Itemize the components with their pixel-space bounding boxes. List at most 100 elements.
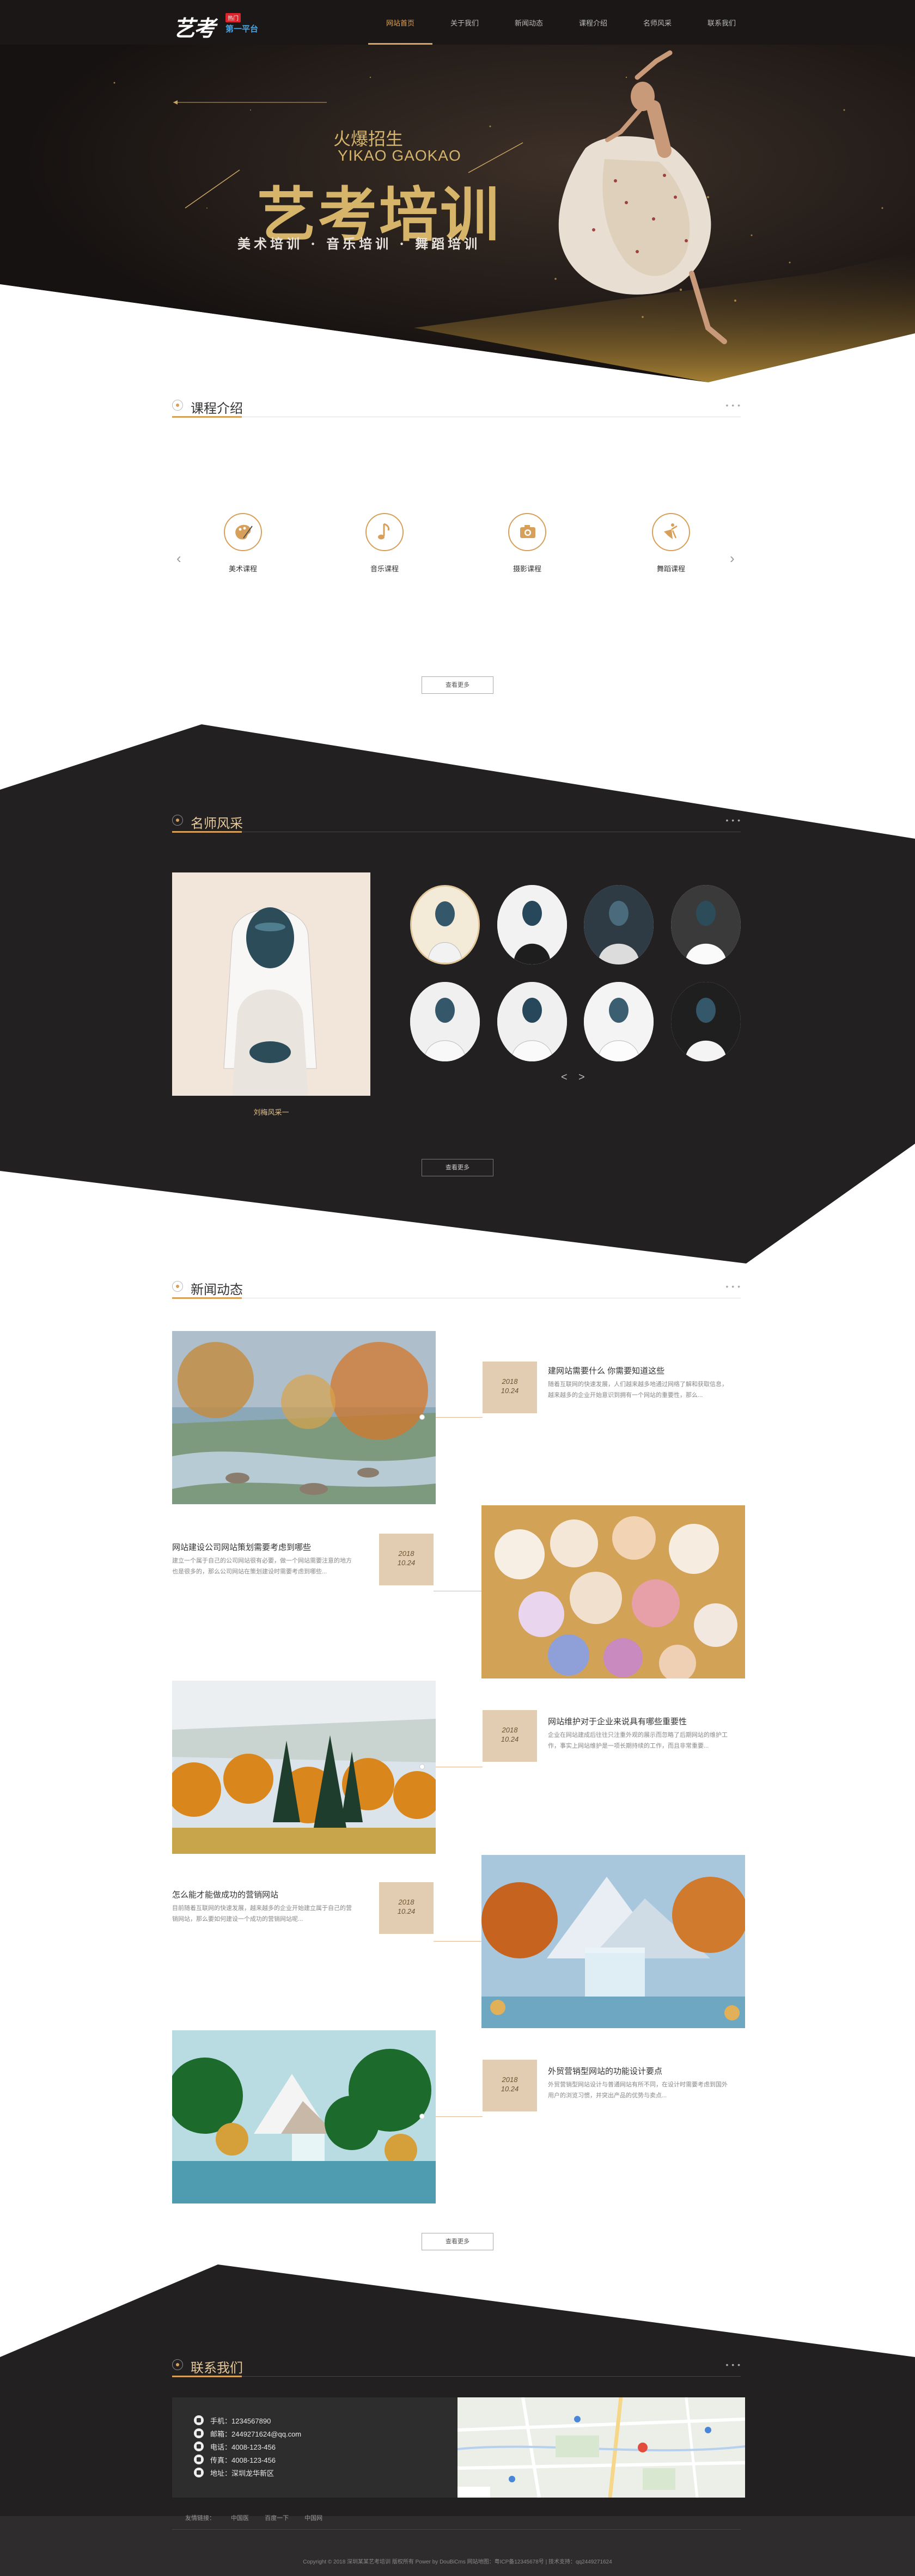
- news-title[interactable]: 怎么能才能做成功的营销网站: [172, 1889, 278, 1900]
- dancer-icon: [652, 513, 690, 551]
- nav-about[interactable]: 关于我们: [432, 0, 497, 45]
- footer-link[interactable]: 中国网: [304, 2515, 322, 2522]
- teacher-avatar[interactable]: [671, 982, 741, 1061]
- news-image[interactable]: [172, 1681, 436, 1854]
- hero-pinyin: YIKAO GAOKAO: [338, 147, 461, 164]
- news-title[interactable]: 网站维护对于企业来说具有哪些重要性: [548, 1716, 687, 1727]
- hero-banner: 火爆招生 YIKAO GAOKAO 艺考培训 美术培训 · 音乐培训 · 舞蹈培…: [0, 45, 915, 382]
- contact-info-panel: 手机：1234567890 邮箱：2449271624@qq.com 电话：40…: [172, 2397, 457, 2498]
- news-date-year: 2018: [502, 2076, 518, 2084]
- courses-section-title: 课程介绍 • • •: [172, 396, 741, 418]
- nav-courses[interactable]: 课程介绍: [561, 0, 625, 45]
- news-title[interactable]: 外贸营销型网站的功能设计要点: [548, 2065, 662, 2077]
- news-connector-dot: [419, 1414, 425, 1420]
- section-title-icon: [172, 815, 183, 826]
- logo-subtitle: 第一平台: [225, 25, 259, 34]
- courses-more-button[interactable]: 查看更多: [422, 676, 493, 694]
- news-date-day: 10.24: [501, 1387, 519, 1395]
- teacher-avatar[interactable]: [497, 982, 567, 1061]
- news-description: 目前随着互联网的快速发展，越来越多的企业开始建立属于自己的营销网站，那么要如何建…: [172, 1905, 352, 1922]
- contact-section-title: 联系我们 • • •: [172, 2356, 741, 2377]
- news-image[interactable]: [481, 1505, 745, 1678]
- news-connector: [434, 1941, 483, 1942]
- news-section-title: 新闻动态 • • •: [172, 1278, 741, 1299]
- course-item-music[interactable]: 音乐课程: [352, 513, 417, 573]
- news-date-day: 10.24: [397, 1907, 416, 1915]
- nav-news[interactable]: 新闻动态: [497, 0, 561, 45]
- contact-email[interactable]: 邮箱：2449271624@qq.com: [210, 2428, 301, 2439]
- course-label: 美术课程: [228, 565, 257, 573]
- nav-contact[interactable]: 联系我们: [690, 0, 754, 45]
- news-date: 2018 10.24: [483, 2060, 537, 2111]
- course-item-dance[interactable]: 舞蹈课程: [638, 513, 704, 573]
- nav-home[interactable]: 网站首页: [368, 0, 432, 45]
- course-label: 舞蹈课程: [656, 565, 685, 573]
- teachers-section-title: 名师风采 • • •: [172, 811, 741, 833]
- teacher-avatar[interactable]: [584, 885, 654, 965]
- news-title[interactable]: 网站建设公司网站策划需要考虑到哪些: [172, 1541, 311, 1553]
- news-date-day: 10.24: [501, 2085, 519, 2093]
- news-image[interactable]: [481, 1855, 745, 2028]
- featured-teacher-photo[interactable]: [172, 872, 370, 1096]
- section-more-dots[interactable]: • • •: [726, 816, 741, 825]
- course-label: 摄影课程: [513, 565, 541, 573]
- footer-link[interactable]: 百度一下: [265, 2515, 289, 2522]
- news-image[interactable]: [172, 1331, 436, 1504]
- news-connector-dot: [419, 1764, 425, 1769]
- news-connector-dot: [419, 2114, 425, 2119]
- logo[interactable]: 艺考 热门 第一平台: [173, 8, 260, 41]
- footer-link[interactable]: 中国医: [231, 2515, 249, 2522]
- section-more-dots[interactable]: • • •: [726, 401, 741, 410]
- news-connector: [436, 1417, 483, 1418]
- section-title-underline: [172, 1297, 242, 1299]
- contact-map[interactable]: [457, 2397, 745, 2498]
- section-more-dots[interactable]: • • •: [726, 2360, 741, 2369]
- courses-prev-arrow[interactable]: ‹: [176, 550, 181, 567]
- contact-row-mobile: 手机：1234567890: [194, 2414, 457, 2427]
- phone-icon: [194, 2441, 204, 2451]
- news-date: 2018 10.24: [379, 1882, 434, 1934]
- section-title-underline: [172, 416, 242, 418]
- news-date-year: 2018: [398, 1549, 414, 1558]
- location-icon: [194, 2468, 204, 2477]
- news-title[interactable]: 建网站需要什么 你需要知道这些: [548, 1365, 664, 1376]
- course-item-photo[interactable]: 摄影课程: [495, 513, 560, 573]
- teacher-avatar[interactable]: [497, 885, 567, 965]
- section-more-dots[interactable]: • • •: [726, 1282, 741, 1291]
- news-connector: [436, 2116, 483, 2117]
- teacher-avatar[interactable]: [584, 982, 654, 1061]
- contact-row-address: 地址：深圳龙华新区: [194, 2466, 457, 2479]
- teachers-more-button[interactable]: 查看更多: [422, 1159, 493, 1176]
- music-note-icon: [365, 513, 404, 551]
- map-graphic: [457, 2397, 745, 2498]
- teachers-prev-arrow[interactable]: <: [561, 1071, 568, 1084]
- contact-row-fax: 传真：4008-123-456: [194, 2453, 457, 2466]
- section-title-icon: [172, 400, 183, 411]
- teacher-avatar[interactable]: [671, 885, 741, 965]
- section-title-text: 名师风采: [191, 816, 243, 831]
- teacher-avatar[interactable]: [410, 885, 480, 965]
- news-description: 外贸营销型网站设计与普通网站有所不同，在设计时需要考虑到国外用户的浏览习惯，并突…: [548, 2081, 728, 2099]
- site-header: 艺考 热门 第一平台 网站首页 关于我们 新闻动态 课程介绍 名师风采 联系我们: [0, 0, 915, 45]
- palette-icon: [224, 513, 262, 551]
- nav-teachers[interactable]: 名师风采: [625, 0, 690, 45]
- contact-address: 地址：深圳龙华新区: [210, 2469, 274, 2477]
- section-title-underline: [172, 2376, 242, 2377]
- teacher-avatar[interactable]: [410, 982, 480, 1061]
- footer-divider: [172, 2529, 741, 2530]
- teachers-next-arrow[interactable]: >: [578, 1071, 585, 1084]
- contact-phone: 电话：4008-123-456: [210, 2443, 276, 2451]
- course-label: 音乐课程: [370, 565, 399, 573]
- news-date-year: 2018: [398, 1898, 414, 1906]
- course-item-art[interactable]: 美术课程: [210, 513, 276, 573]
- section-title-text: 课程介绍: [191, 401, 243, 416]
- news-more-button[interactable]: 查看更多: [422, 2233, 493, 2250]
- featured-teacher-caption: 刘梅风采一: [253, 1108, 289, 1116]
- section-title-icon: [172, 2359, 183, 2370]
- contact-row-email: 邮箱：2449271624@qq.com: [194, 2427, 457, 2440]
- news-date-day: 10.24: [397, 1559, 416, 1567]
- contact-row-phone: 电话：4008-123-456: [194, 2440, 457, 2453]
- courses-next-arrow[interactable]: ›: [730, 550, 735, 567]
- news-image[interactable]: [172, 2030, 436, 2203]
- news-description: 建立一个属于自己的公司网站很有必要，做一个网站需要注意的地方也是很多的，那么公司…: [172, 1558, 352, 1575]
